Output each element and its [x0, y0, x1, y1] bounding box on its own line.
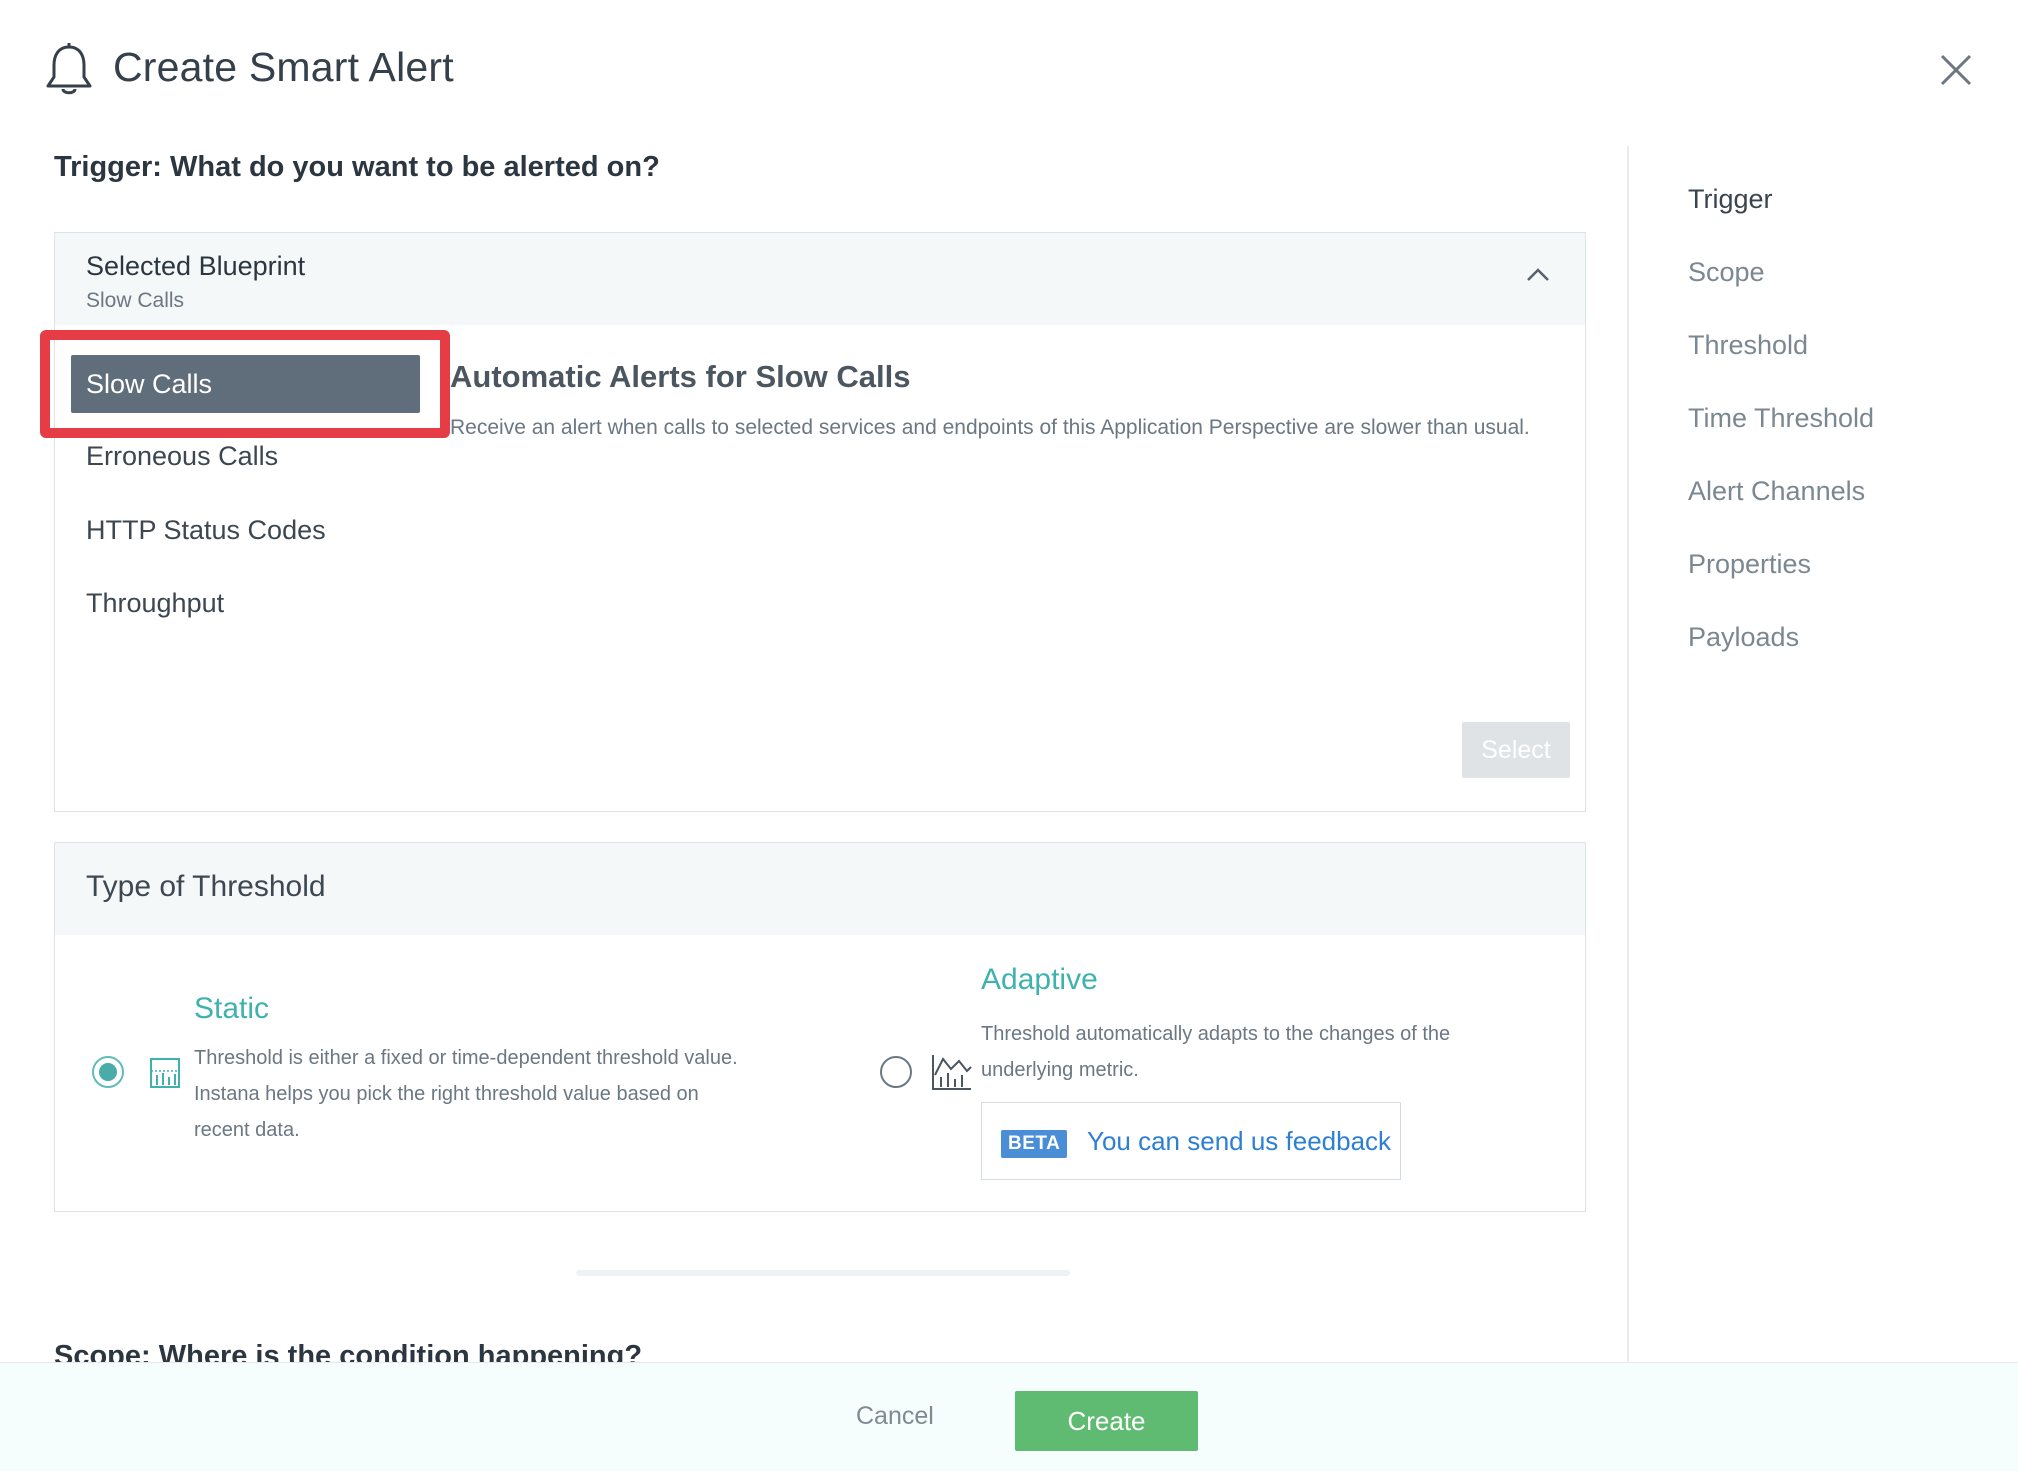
selected-blueprint-label: Selected Blueprint: [86, 251, 306, 281]
right-nav-separator: [1627, 146, 1629, 1362]
nav-item-trigger[interactable]: Trigger: [1688, 184, 1773, 215]
bell-icon: [46, 43, 92, 95]
blueprint-item-throughput[interactable]: Throughput: [86, 588, 224, 619]
threshold-type-title: Type of Threshold: [86, 870, 326, 903]
threshold-type-header: Type of Threshold: [55, 843, 1585, 935]
trigger-heading: Trigger: What do you want to be alerted …: [54, 151, 660, 183]
adaptive-threshold-icon: [932, 1055, 972, 1090]
static-option-text: Threshold is either a fixed or time-depe…: [194, 1047, 738, 1141]
highlight-annotation: [40, 330, 450, 438]
static-option-title[interactable]: Static: [194, 992, 269, 1026]
chevron-up-icon[interactable]: [1525, 265, 1551, 283]
dialog-title: Create Smart Alert: [113, 44, 454, 90]
feedback-box: BETA You can send us feedback: [981, 1102, 1401, 1180]
static-radio[interactable]: [92, 1056, 124, 1088]
nav-item-threshold[interactable]: Threshold: [1688, 330, 1808, 361]
blueprint-detail-text: Receive an alert when calls to selected …: [450, 416, 1530, 439]
threshold-type-card: Type of Threshold Static Threshold is ei…: [54, 842, 1586, 1212]
blueprint-item-http-status-codes[interactable]: HTTP Status Codes: [86, 515, 326, 546]
create-button[interactable]: Create: [1015, 1391, 1198, 1451]
nav-item-alert-channels[interactable]: Alert Channels: [1688, 476, 1865, 507]
blueprint-detail-title: Automatic Alerts for Slow Calls: [450, 359, 911, 394]
dialog-footer: Cancel Create: [0, 1362, 2018, 1471]
blueprint-card: Selected Blueprint Slow Calls Slow Calls…: [54, 232, 1586, 812]
adaptive-option-text: Threshold automatically adapts to the ch…: [981, 1023, 1451, 1081]
nav-item-properties[interactable]: Properties: [1688, 549, 1811, 580]
nav-item-payloads[interactable]: Payloads: [1688, 622, 1799, 653]
nav-item-time-threshold[interactable]: Time Threshold: [1688, 403, 1874, 434]
blueprint-item-erroneous-calls[interactable]: Erroneous Calls: [86, 441, 278, 472]
feedback-link[interactable]: You can send us feedback: [1087, 1126, 1391, 1157]
blueprint-card-header[interactable]: Selected Blueprint Slow Calls: [55, 233, 1585, 325]
close-icon[interactable]: [1936, 50, 1976, 90]
selected-blueprint-value: Slow Calls: [86, 289, 185, 312]
select-button[interactable]: Select: [1462, 722, 1570, 778]
adaptive-radio[interactable]: [880, 1056, 912, 1088]
adaptive-option-title[interactable]: Adaptive: [981, 963, 1098, 997]
beta-badge: BETA: [1001, 1130, 1068, 1158]
nav-item-scope[interactable]: Scope: [1688, 257, 1765, 288]
static-threshold-icon: [150, 1058, 180, 1088]
scroll-divider: [576, 1270, 1070, 1276]
cancel-button[interactable]: Cancel: [850, 1401, 940, 1432]
